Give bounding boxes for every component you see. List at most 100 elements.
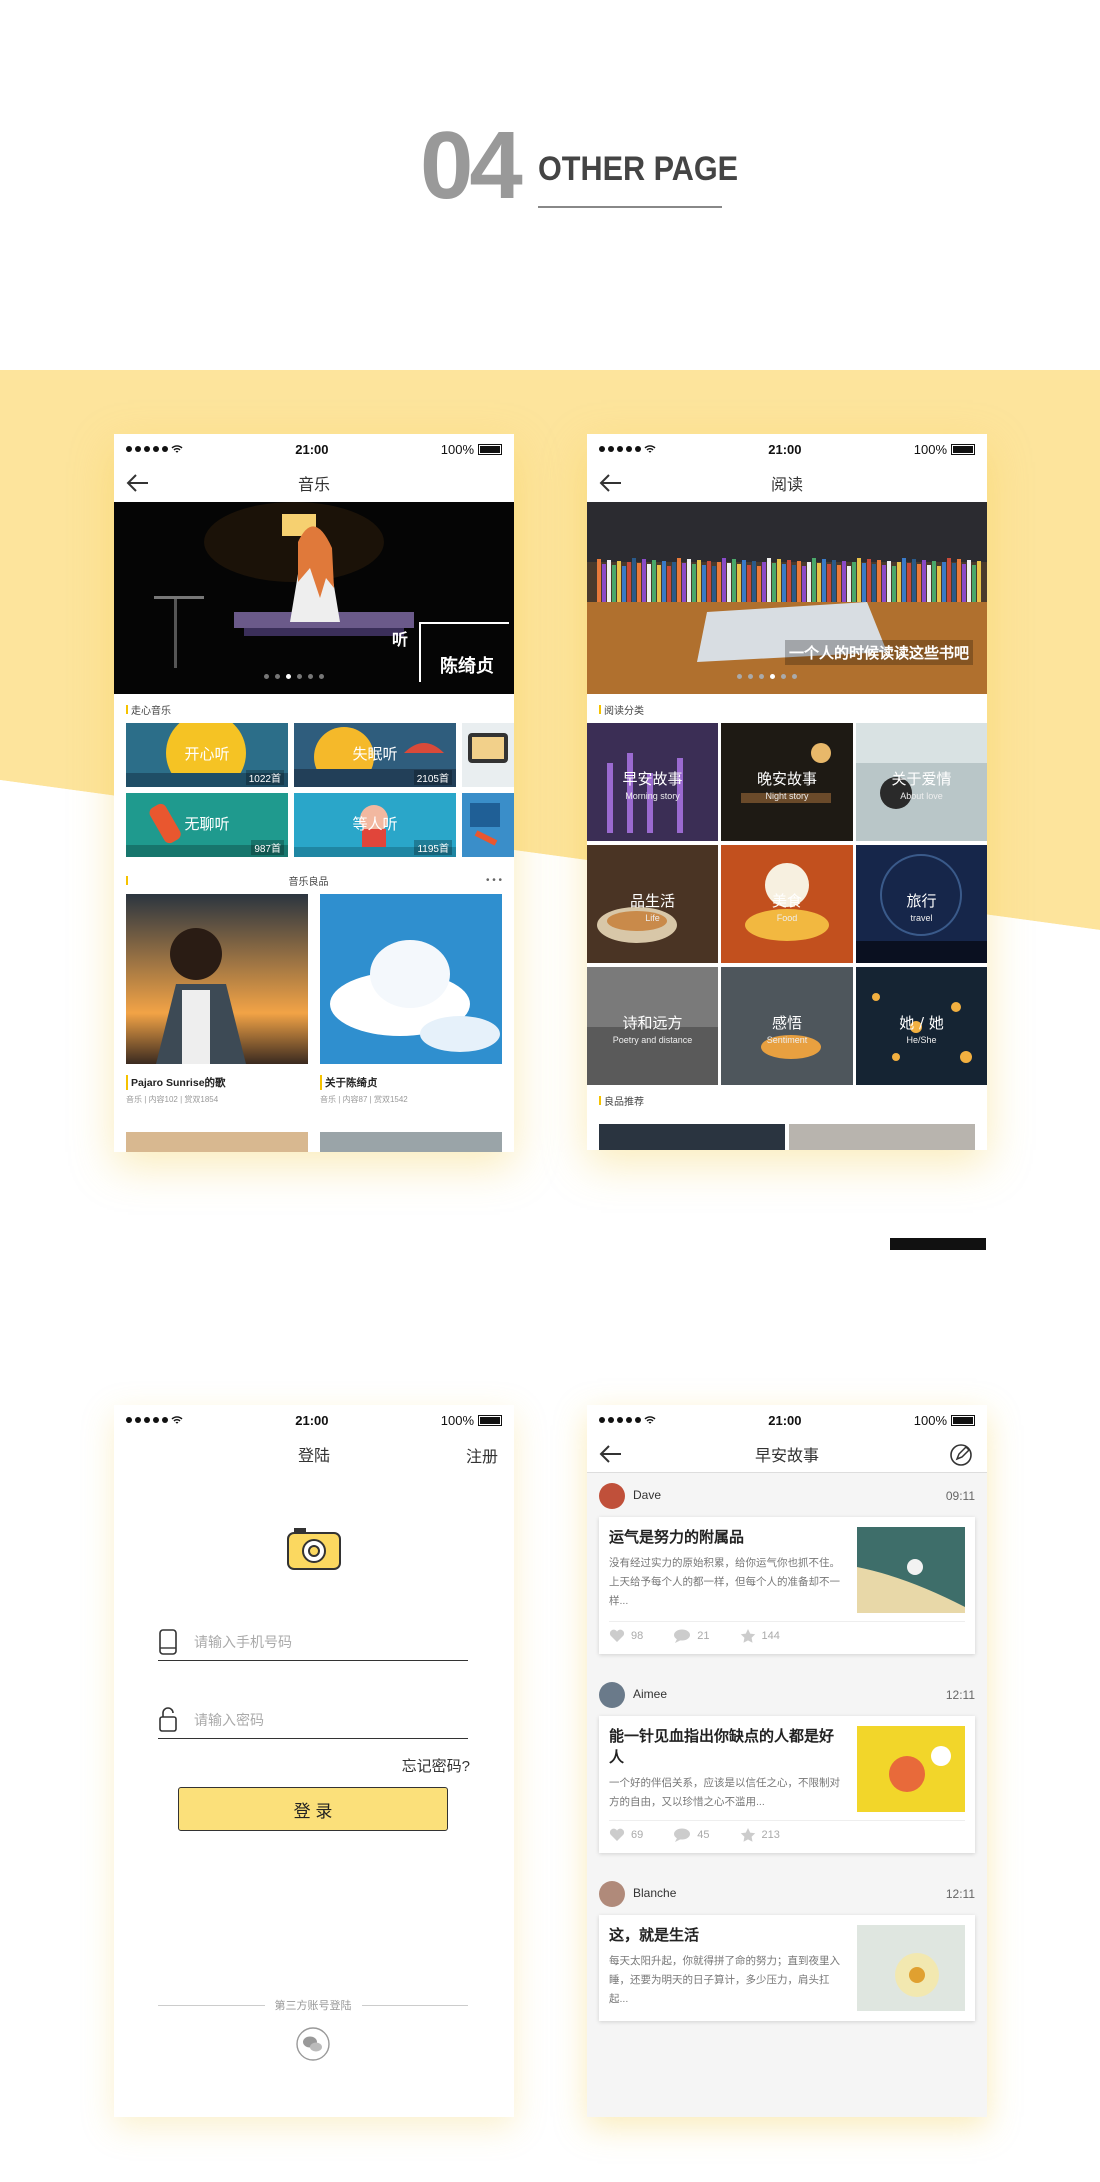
book-spine	[737, 564, 741, 602]
recommend-cover-partial[interactable]	[599, 1124, 785, 1150]
category-tile[interactable]: 诗和远方 Poetry and distance	[587, 967, 718, 1085]
category-sub: Life	[645, 913, 660, 924]
mood-tile-insomnia[interactable]: 失眠听 2105首	[294, 723, 456, 787]
book-spine	[687, 559, 691, 602]
music-banner[interactable]: 听 陈绮贞	[114, 502, 514, 694]
book-spine	[787, 560, 791, 602]
avatar[interactable]	[599, 1682, 625, 1708]
phone-field[interactable]: 请输入手机号码	[158, 1623, 468, 1661]
book-spine	[792, 565, 796, 602]
book-spine	[712, 566, 716, 602]
password-field[interactable]: 请输入密码	[158, 1701, 468, 1739]
book-spine	[767, 558, 771, 602]
like-button[interactable]: 98	[609, 1628, 643, 1644]
mood-tile-bored[interactable]: 无聊听 987首	[126, 793, 288, 857]
book-spine	[617, 561, 621, 602]
album-card[interactable]: Pajaro Sunrise的歌 音乐 | 内容102 | 赏双1854	[126, 894, 308, 1105]
post-user[interactable]: Dave	[633, 1488, 661, 1502]
book-spine	[902, 558, 906, 602]
book-spine	[642, 559, 646, 602]
category-tile[interactable]: 旅行 travel	[856, 845, 987, 963]
section-title: OTHER PAGE	[538, 150, 739, 188]
book-spine	[942, 562, 946, 602]
avatar[interactable]	[599, 1881, 625, 1907]
reading-screen: 21:00 100% 阅读 一个人的时候读读这些书吧 阅读分类 早安故事 Morn…	[587, 434, 987, 1150]
story-post: Aimee 12:11 能一针见血指出你缺点的人都是好人 一个好的伴侣关系，应该是…	[587, 1672, 987, 1853]
category-tile[interactable]: 美食 Food	[721, 845, 853, 963]
comment-button[interactable]: 21	[673, 1628, 710, 1644]
mood-count: 987首	[251, 840, 284, 855]
book-spine	[882, 565, 886, 602]
book-spine	[827, 564, 831, 602]
battery-icon	[951, 443, 975, 455]
register-link[interactable]: 注册	[466, 1443, 498, 1467]
mood-name: 开心听	[184, 745, 230, 763]
book-spine	[972, 565, 976, 602]
mood-tile-waiting[interactable]: 等人听 1195首	[294, 793, 456, 857]
mood-count: 2105首	[413, 770, 452, 785]
music-screen: 21:00 100% 音乐 听 陈绮贞 走心音乐 开心听 1022首 失眠听 2…	[114, 434, 514, 1152]
more-dots-icon[interactable]: • • •	[486, 875, 502, 886]
mood-tile-more-2[interactable]	[462, 793, 514, 857]
status-time: 21:00	[295, 1412, 329, 1428]
book-spine	[917, 564, 921, 602]
forgot-password-link[interactable]: 忘记密码?	[402, 1755, 470, 1776]
book-spine	[697, 560, 701, 602]
book-spine	[657, 565, 661, 602]
post-title: 运气是努力的附属品	[609, 1529, 745, 1546]
battery-text: 100%	[913, 1412, 947, 1428]
category-name: 旅行	[906, 891, 937, 910]
category-tile[interactable]: 晚安故事 Night story	[721, 723, 853, 841]
post-card[interactable]: 能一针见血指出你缺点的人都是好人 一个好的伴侣关系，应该是以信任之心，不限制对方…	[599, 1716, 975, 1853]
banner-label: 听	[392, 630, 409, 649]
story-screen: 21:00 100% 早安故事 Dave 09:11 运气是努力的附属品 没有经过…	[587, 1405, 987, 2117]
page-title: 音乐	[297, 477, 330, 494]
phone-placeholder: 请输入手机号码	[194, 1633, 292, 1650]
wechat-icon[interactable]	[296, 2027, 330, 2066]
category-tile[interactable]: 感悟 Sentiment	[721, 967, 853, 1085]
battery-icon	[951, 1414, 975, 1426]
decorative-dash	[890, 1238, 986, 1250]
avatar[interactable]	[599, 1483, 625, 1509]
signal-icon	[126, 444, 183, 454]
mood-tile-happy[interactable]: 开心听 1022首	[126, 723, 288, 787]
category-tile[interactable]: 她 / 她 He/She	[856, 967, 987, 1085]
post-user[interactable]: Aimee	[633, 1687, 667, 1701]
mood-name: 失眠听	[352, 745, 398, 763]
category-tile[interactable]: 关于爱情 About love	[856, 723, 987, 841]
category-name: 早安故事	[622, 769, 683, 788]
back-arrow-icon[interactable]	[599, 1444, 623, 1464]
book-spine	[622, 566, 626, 602]
login-button[interactable]: 登 录	[178, 1787, 448, 1831]
back-arrow-icon[interactable]	[126, 473, 150, 493]
status-time: 21:00	[295, 441, 329, 457]
recommend-cover-partial[interactable]	[789, 1124, 975, 1150]
reading-banner[interactable]: 一个人的时候读读这些书吧	[587, 502, 987, 694]
album-cover-partial	[320, 1132, 502, 1152]
category-tile[interactable]: 品生活 Life	[587, 845, 718, 963]
third-party-label: 第三方账号登陆	[274, 2000, 352, 2012]
heart-icon	[609, 1629, 625, 1642]
book-spine	[732, 559, 736, 602]
album-card[interactable]: 关于陈绮贞 音乐 | 内容87 | 赏双1542	[320, 894, 502, 1105]
album-meta: 音乐 | 内容87 | 赏双1542	[320, 1095, 408, 1104]
lock-icon	[159, 1706, 177, 1732]
book-spine	[927, 565, 931, 602]
comment-button[interactable]: 45	[673, 1827, 710, 1843]
status-bar: 21:00 100%	[114, 434, 514, 464]
post-card[interactable]: 运气是努力的附属品 没有经过实力的原始积累，给你运气你也抓不住。上天给予每个人的…	[599, 1517, 975, 1654]
book-spine	[837, 565, 841, 602]
post-card[interactable]: 这，就是生活 每天太阳升起，你就得拼了命的努力；直到夜里入睡，还要为明天的日子算…	[599, 1915, 975, 2021]
status-bar: 21:00 100%	[587, 434, 987, 464]
compose-icon[interactable]	[949, 1443, 973, 1467]
star-button[interactable]: 213	[740, 1827, 780, 1843]
back-arrow-icon[interactable]	[599, 473, 623, 493]
category-tile[interactable]: 早安故事 Morning story	[587, 723, 718, 841]
book-spine	[872, 564, 876, 602]
like-button[interactable]: 69	[609, 1827, 643, 1843]
post-body: 每天太阳升起，你就得拼了命的努力；直到夜里入睡，还要为明天的日子算计，多少压力，…	[609, 1955, 840, 2005]
post-user[interactable]: Blanche	[633, 1886, 676, 1900]
star-button[interactable]: 144	[740, 1628, 780, 1644]
mood-tile-more[interactable]	[462, 723, 514, 787]
book-spine	[897, 562, 901, 602]
